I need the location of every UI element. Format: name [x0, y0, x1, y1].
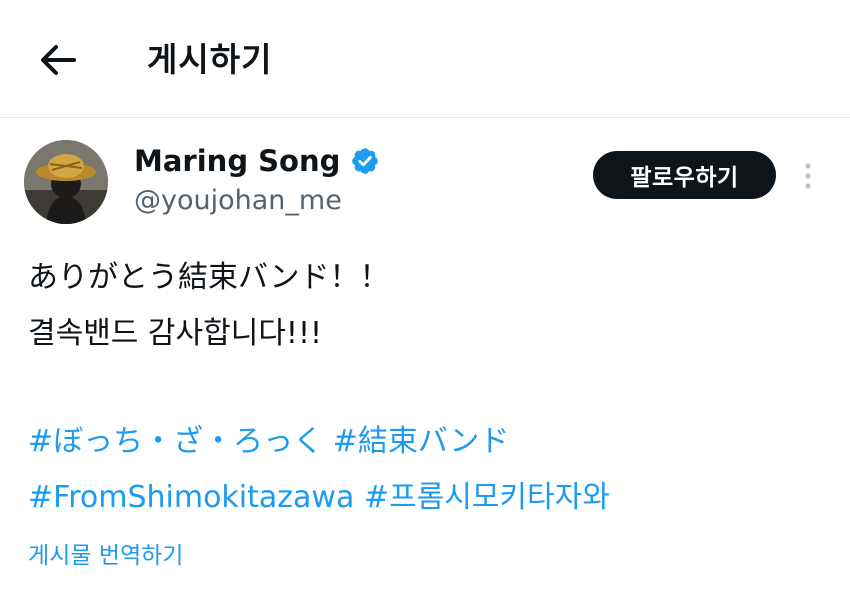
top-bar: 게시하기 — [0, 0, 850, 118]
display-name-text: Maring Song — [134, 144, 341, 178]
post-line: ありがとう結束バンド！！ — [28, 260, 390, 295]
post-line: 결속밴드 감사합니다!!! — [28, 316, 323, 351]
page-title: 게시하기 — [147, 40, 273, 79]
hashtag-link[interactable]: #ぼっち・ざ・ろっく — [28, 424, 323, 459]
avatar-image — [24, 140, 108, 224]
translate-post-link[interactable]: 게시물 번역하기 — [28, 538, 183, 574]
user-handle[interactable]: @youjohan_me — [134, 182, 342, 220]
verified-badge-icon — [352, 148, 379, 174]
avatar[interactable] — [24, 140, 108, 224]
more-vertical-icon — [805, 163, 811, 189]
hashtag-link[interactable]: #結束バンド — [333, 424, 510, 459]
hashtag-link[interactable]: #프롬시모키타자와 — [364, 480, 610, 515]
display-name[interactable]: Maring Song — [134, 142, 380, 180]
arrow-left-icon — [41, 45, 76, 75]
follow-button[interactable]: 팔로우하기 — [593, 151, 776, 199]
back-button[interactable] — [30, 38, 86, 82]
post-body: ありがとう結束バンド！！ 결속밴드 감사합니다!!! — [28, 250, 830, 362]
hashtag-link[interactable]: #FromShimokitazawa — [28, 480, 354, 515]
more-options-button[interactable] — [794, 156, 822, 196]
hashtag-row: #FromShimokitazawa #프롬시모키타자와 — [28, 470, 830, 526]
hashtag-row: #ぼっち・ざ・ろっく #結束バンド — [28, 414, 830, 470]
hashtag-list: #ぼっち・ざ・ろっく #結束バンド #FromShimokitazawa #프롬… — [28, 414, 830, 526]
